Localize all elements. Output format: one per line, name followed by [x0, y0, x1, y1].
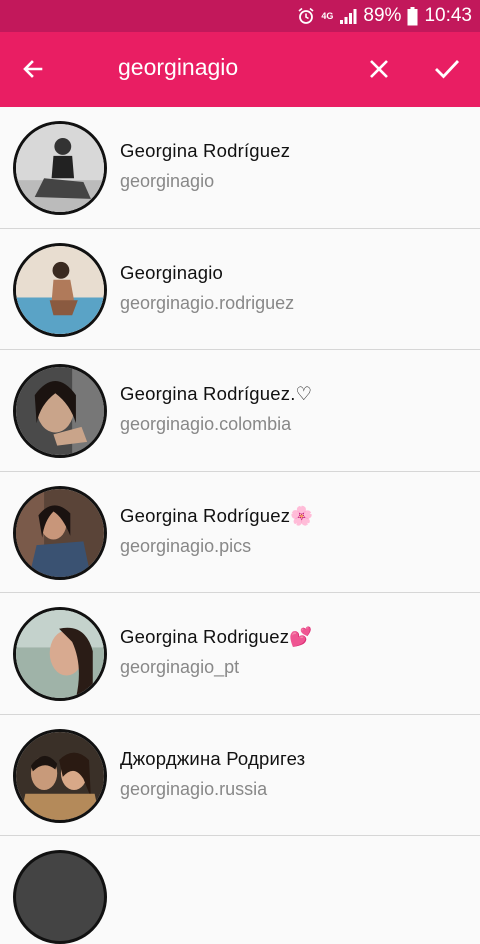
result-name: Джорджина Родригез [120, 747, 306, 769]
result-name: Georgina Rodríguez🌸 [120, 504, 314, 526]
check-icon [435, 60, 460, 79]
list-item[interactable]: Georgina Rodriguez💕 georginagio_pt [0, 593, 480, 715]
list-item-partial[interactable] [0, 838, 480, 944]
list-item[interactable]: Georgina Rodríguez georginagio [0, 107, 480, 229]
result-handle: georginagio [120, 171, 215, 191]
list-item[interactable]: Georgina Rodríguez🌸 georginagio.pics [0, 471, 480, 593]
close-icon [370, 60, 388, 78]
result-handle: georginagio.colombia [120, 414, 292, 434]
avatar [13, 607, 107, 701]
result-handle: georginagio.russia [120, 778, 268, 799]
signal-icon [339, 7, 357, 25]
battery-icon [407, 6, 418, 26]
avatar [13, 364, 107, 458]
avatar [13, 242, 107, 337]
result-name: Georginagio [120, 261, 223, 283]
back-button[interactable] [12, 48, 54, 90]
search-input[interactable]: georginagio [118, 54, 238, 81]
search-toolbar: georginagio [0, 32, 480, 107]
confirm-button[interactable] [426, 48, 468, 90]
network-type-label: 4G [321, 10, 334, 21]
results-list: Georgina Rodríguez georginagio Georginag… [0, 107, 480, 836]
battery-percent: 89% [363, 5, 402, 26]
arrow-left-icon [23, 60, 43, 78]
avatar [13, 121, 107, 215]
result-handle: georginagio.pics [120, 535, 252, 556]
avatar [13, 850, 107, 944]
result-name: Georgina Rodríguez.♡ [120, 383, 313, 404]
result-name: Georgina Rodriguez💕 [120, 626, 313, 647]
network-type-icon: 4G [321, 10, 334, 21]
avatar [13, 485, 107, 580]
status-icons: 4G 89% 10:43 [297, 0, 472, 32]
result-name: Georgina Rodríguez [120, 140, 291, 161]
clear-button[interactable] [358, 48, 400, 90]
result-handle: georginagio_pt [120, 657, 240, 677]
alarm-icon [297, 7, 315, 25]
list-item[interactable]: Джорджина Родригез georginagio.russia [0, 714, 480, 836]
result-handle: georginagio.rodriguez [120, 292, 295, 313]
avatar [13, 728, 107, 823]
clock: 10:43 [424, 5, 472, 26]
list-item[interactable]: Georginagio georginagio.rodriguez [0, 228, 480, 350]
list-item[interactable]: Georgina Rodríguez.♡ georginagio.colombi… [0, 350, 480, 472]
status-bar: 4G 89% 10:43 [0, 0, 480, 32]
